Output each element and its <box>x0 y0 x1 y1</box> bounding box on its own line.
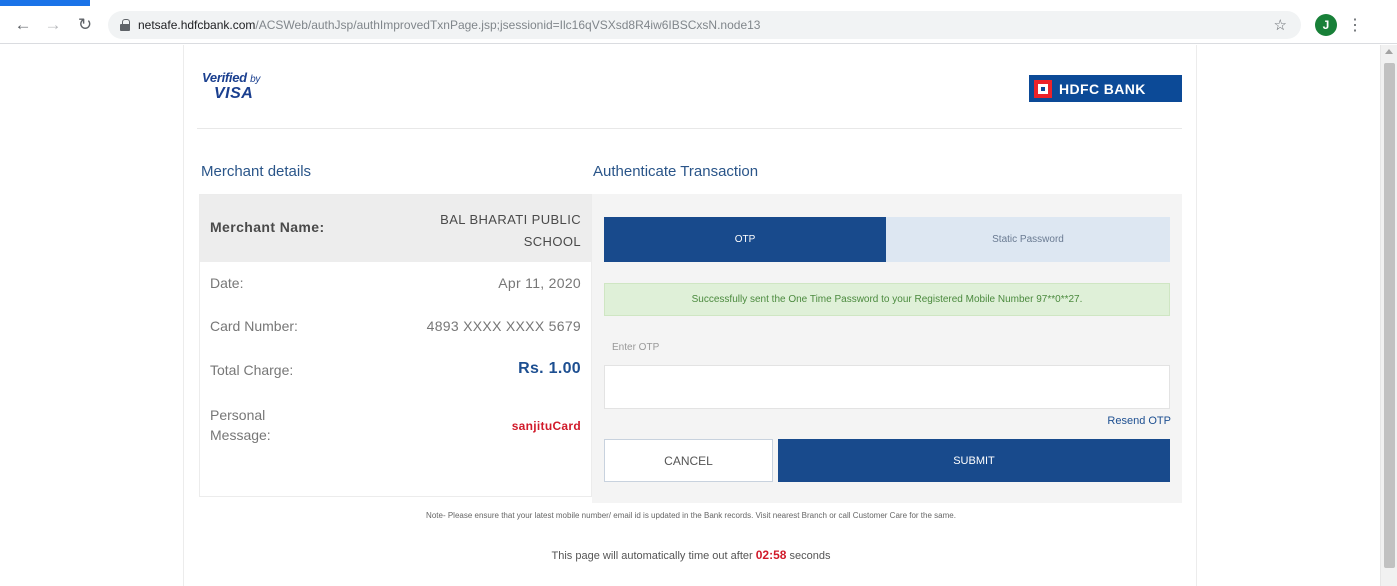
authenticate-transaction-title: Authenticate Transaction <box>593 163 759 180</box>
scrollbar-thumb[interactable] <box>1384 63 1395 568</box>
kebab-menu-icon[interactable]: ⋮ <box>1347 15 1363 35</box>
payment-page: Verified by VISA HDFC BANK Merchant deta… <box>183 45 1197 586</box>
timeout-prefix: This page will automatically time out af… <box>551 550 753 562</box>
date-value: Apr 11, 2020 <box>498 275 581 291</box>
total-charge-value: Rs. 1.00 <box>518 360 581 377</box>
page-scrollbar[interactable] <box>1380 45 1397 586</box>
otp-input[interactable] <box>604 365 1170 409</box>
personal-message-value: sanjituCard <box>511 419 581 433</box>
back-arrow-icon[interactable]: ← <box>10 12 36 38</box>
visa-by-text: by <box>250 74 261 85</box>
date-label: Date: <box>210 275 244 291</box>
card-number-label: Card Number: <box>210 318 298 334</box>
mobile-update-note: Note- Please ensure that your latest mob… <box>426 511 956 520</box>
url-path: /ACSWeb/authJsp/authImprovedTxnPage.jsp;… <box>255 17 761 32</box>
personal-message-label: Personal Message: <box>210 407 271 443</box>
session-timeout-text: This page will automatically time out af… <box>184 548 1198 562</box>
personal-message-row: Personal Message: sanjituCard <box>210 405 581 445</box>
merchant-name-label: Merchant Name: <box>210 219 325 235</box>
profile-avatar[interactable]: J <box>1315 13 1337 36</box>
star-icon[interactable]: ☆ <box>1274 16 1287 34</box>
otp-sent-success-alert: Successfully sent the One Time Password … <box>604 283 1170 316</box>
merchant-name-value: BAL BHARATI PUBLIC SCHOOL <box>440 212 581 249</box>
bank-name: HDFC BANK <box>1059 80 1146 97</box>
timeout-countdown: 02:58 <box>755 548 787 562</box>
merchant-details-panel: Merchant Name: BAL BHARATI PUBLIC SCHOOL… <box>199 194 592 497</box>
merchant-details-title: Merchant details <box>201 163 312 180</box>
resend-otp-link[interactable]: Resend OTP <box>1107 415 1171 427</box>
header-divider <box>197 128 1182 129</box>
browser-toolbar: ← → ↻ netsafe.hdfcbank.com/ACSWeb/authJs… <box>0 6 1397 44</box>
hdfc-mark-icon <box>1034 79 1052 98</box>
address-bar[interactable]: netsafe.hdfcbank.com/ACSWeb/authJsp/auth… <box>108 10 1301 39</box>
timeout-suffix: seconds <box>789 550 831 562</box>
card-number-value: 4893 XXXX XXXX 5679 <box>426 318 581 334</box>
forward-arrow-icon[interactable]: → <box>40 12 66 38</box>
reload-icon[interactable]: ↻ <box>72 12 98 38</box>
cancel-button[interactable]: CANCEL <box>604 439 773 482</box>
tab-otp[interactable]: OTP <box>604 217 886 262</box>
card-number-row: Card Number: 4893 XXXX XXXX 5679 <box>210 318 581 334</box>
visa-verified-text: Verified <box>202 70 247 85</box>
visa-name-text: VISA <box>214 85 254 102</box>
tab-static-password[interactable]: Static Password <box>886 217 1170 262</box>
url-host: netsafe.hdfcbank.com <box>138 17 256 32</box>
merchant-name-row: Merchant Name: BAL BHARATI PUBLIC SCHOOL <box>200 195 591 262</box>
total-charge-label: Total Charge: <box>210 362 294 378</box>
authentication-panel: OTP Static Password Successfully sent th… <box>592 194 1182 503</box>
scroll-up-arrow-icon[interactable] <box>1385 49 1393 54</box>
otp-field-label: Enter OTP <box>612 342 660 353</box>
submit-button[interactable]: SUBMIT <box>778 439 1170 482</box>
total-charge-row: Total Charge: Rs. 1.00 <box>210 360 581 378</box>
verified-by-visa-logo: Verified by VISA <box>202 70 261 102</box>
lock-icon <box>120 18 130 31</box>
hdfc-bank-logo: HDFC BANK <box>1029 75 1182 102</box>
date-row: Date: Apr 11, 2020 <box>210 275 581 291</box>
